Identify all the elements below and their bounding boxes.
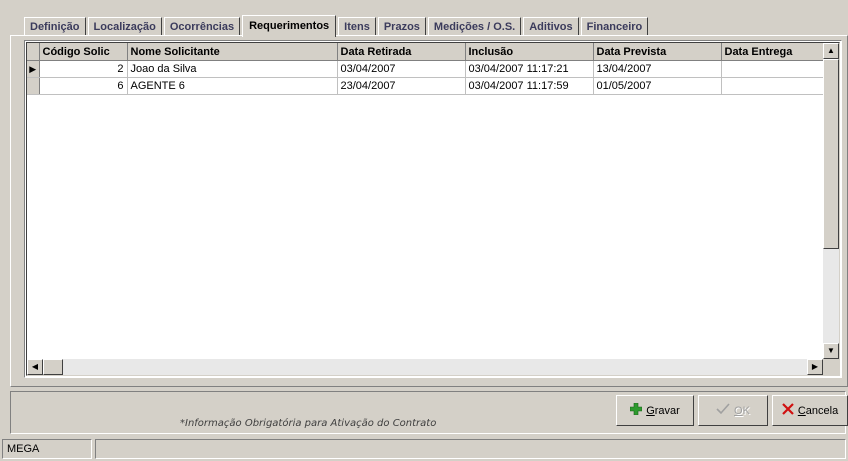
- scroll-right-icon[interactable]: ▶: [807, 359, 823, 375]
- table-row[interactable]: 6 AGENTE 6 23/04/2007 03/04/2007 11:17:5…: [27, 77, 826, 95]
- check-icon: [716, 403, 730, 418]
- col-header-data-entrega[interactable]: Data Entrega: [721, 43, 826, 61]
- cancela-label: ancela: [805, 404, 839, 417]
- ok-label: K: [742, 404, 750, 417]
- cell-data-prevista[interactable]: 13/04/2007: [593, 60, 722, 78]
- col-header-data-retirada[interactable]: Data Retirada: [337, 43, 466, 61]
- gravar-button[interactable]: Gravar: [616, 395, 694, 426]
- tab-requerimentos[interactable]: Requerimentos: [242, 15, 337, 37]
- horizontal-scroll-thumb[interactable]: [43, 359, 63, 375]
- scroll-up-icon[interactable]: ▲: [823, 43, 839, 59]
- cell-inclusao[interactable]: 03/04/2007 11:17:21: [465, 60, 594, 78]
- requerimentos-grid[interactable]: Código Solic Nome Solicitante Data Retir…: [24, 40, 842, 378]
- col-header-inclusao[interactable]: Inclusão: [465, 43, 594, 61]
- cell-data-prevista[interactable]: 01/05/2007: [593, 77, 722, 95]
- gravar-label: ravar: [654, 404, 680, 417]
- cell-nome[interactable]: Joao da Silva: [127, 60, 338, 78]
- vertical-scroll-thumb[interactable]: [823, 59, 839, 249]
- row-indicator: [27, 77, 40, 95]
- ok-accel: O: [734, 404, 743, 417]
- gravar-accel: G: [646, 404, 655, 417]
- col-header-nome[interactable]: Nome Solicitante: [127, 43, 338, 61]
- col-header-codigo[interactable]: Código Solic: [39, 43, 128, 61]
- plus-icon: [629, 402, 643, 418]
- current-row-indicator: ▶: [27, 60, 40, 78]
- cell-data-retirada[interactable]: 03/04/2007: [337, 60, 466, 78]
- tab-itens[interactable]: Itens: [338, 17, 376, 36]
- grid-table: Código Solic Nome Solicitante Data Retir…: [27, 43, 826, 95]
- tab-aditivos[interactable]: Aditivos: [523, 17, 579, 36]
- col-header-data-prevista[interactable]: Data Prevista: [593, 43, 722, 61]
- status-bar: MEGA: [0, 437, 848, 461]
- tab-financeiro[interactable]: Financeiro: [580, 17, 649, 36]
- header-indicator: [27, 43, 40, 61]
- table-row[interactable]: ▶ 2 Joao da Silva 03/04/2007 03/04/2007 …: [27, 60, 826, 78]
- grid-header-row: Código Solic Nome Solicitante Data Retir…: [27, 43, 826, 61]
- tab-medicoes[interactable]: Medições / O.S.: [427, 17, 522, 36]
- horizontal-scrollbar[interactable]: ◀ ▶: [27, 359, 823, 375]
- cancela-button[interactable]: Cancela: [772, 395, 848, 426]
- cell-nome[interactable]: AGENTE 6: [127, 77, 338, 95]
- cell-codigo[interactable]: 2: [39, 60, 128, 78]
- status-panel-company: MEGA: [2, 439, 92, 459]
- tab-definicao[interactable]: Definição: [24, 17, 86, 36]
- x-icon: [782, 403, 794, 418]
- cell-codigo[interactable]: 6: [39, 77, 128, 95]
- scroll-corner: [823, 359, 839, 375]
- ok-button[interactable]: OK: [698, 395, 768, 426]
- status-panel-info: [95, 439, 846, 459]
- cell-data-entrega[interactable]: [721, 60, 826, 78]
- tab-localizacao[interactable]: Localização: [87, 17, 162, 36]
- tab-strip: Definição Localização Ocorrências Requer…: [24, 14, 650, 37]
- scroll-down-icon[interactable]: ▼: [823, 343, 839, 359]
- cell-inclusao[interactable]: 03/04/2007 11:17:59: [465, 77, 594, 95]
- scroll-left-icon[interactable]: ◀: [27, 359, 43, 375]
- mandatory-info-note: *Informação Obrigatória para Ativação do…: [180, 418, 437, 429]
- cancela-accel: C: [797, 404, 806, 417]
- vertical-scrollbar[interactable]: ▲ ▼: [823, 43, 839, 359]
- cell-data-entrega[interactable]: [721, 77, 826, 95]
- cell-data-retirada[interactable]: 23/04/2007: [337, 77, 466, 95]
- tab-ocorrencias[interactable]: Ocorrências: [163, 17, 241, 36]
- tab-prazos[interactable]: Prazos: [377, 17, 426, 36]
